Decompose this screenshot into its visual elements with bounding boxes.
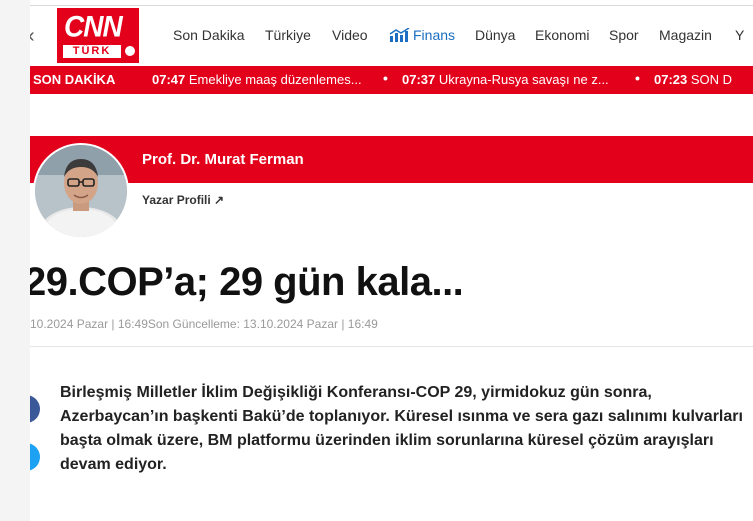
breaking-news-bar: SON DAKİKA 07:47 Emekliye maaş düzenleme… [30,66,753,94]
nav-item-finans[interactable]: Finans [413,27,455,43]
author-avatar[interactable] [33,143,129,239]
nav-item-dunya[interactable]: Dünya [475,27,515,43]
nav-item-video[interactable]: Video [332,27,368,43]
breaking-item[interactable]: 07:37 Ukrayna-Rusya savaşı ne z... [402,72,609,87]
nav-item-turkiye[interactable]: Türkiye [265,27,311,43]
logo-cnn-text: CNN [64,10,123,43]
breaking-text: SON D [690,72,733,87]
article-dateline: 10.2024 Pazar | 16:49Son Güncelleme: 13.… [30,317,378,331]
author-photo [35,145,127,237]
author-bar [30,136,753,183]
divider [30,346,753,347]
author-profile-link[interactable]: Yazar Profili ↗ [142,193,224,207]
breaking-text: Ukrayna-Rusya savaşı ne z... [438,72,609,87]
nav-item-ekonomi[interactable]: Ekonomi [535,27,589,43]
breaking-item[interactable]: 07:47 Emekliye maaş düzenlemes... [152,72,362,87]
breaking-time: 07:23 [654,72,688,87]
article-lead: Birleşmiş Milletler İklim Değişikliği Ko… [60,384,743,473]
breaking-time: 07:37 [402,72,436,87]
twitter-share-icon[interactable] [30,443,40,471]
breaking-label: SON DAKİKA [33,72,116,87]
nav-item-magazin[interactable]: Magazin [659,27,712,43]
breaking-separator: • [635,70,640,86]
finans-chart-icon [389,28,410,42]
chevron-left-icon[interactable]: ‹ [30,25,35,48]
left-margin [0,0,30,521]
breaking-text: Emekliye maaş düzenlemes... [188,72,362,87]
breaking-separator: • [383,70,388,86]
breaking-time: 07:47 [152,72,186,87]
nav-item-spor[interactable]: Spor [609,27,639,43]
logo-dot [125,46,135,56]
nav-item-overflow[interactable]: Y [735,27,744,43]
page: ‹ CNN TÜRK Son Dakika Türkiye Video Fina… [30,0,753,521]
top-border [30,5,753,6]
logo-turk-text: TÜRK [63,45,121,58]
article-title: 29.COP’a; 29 gün kala... [30,260,464,304]
site-logo[interactable]: CNN TÜRK [57,8,139,63]
author-name[interactable]: Prof. Dr. Murat Ferman [142,151,304,168]
nav-item-son-dakika[interactable]: Son Dakika [173,27,245,43]
breaking-item[interactable]: 07:23 SON D [654,72,732,87]
facebook-share-icon[interactable] [30,395,40,423]
